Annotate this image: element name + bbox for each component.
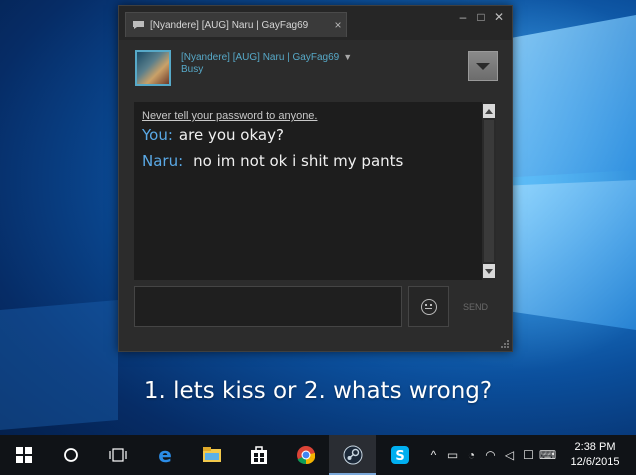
chrome-taskbar-item[interactable] — [282, 435, 329, 475]
file-explorer-icon — [202, 447, 221, 462]
send-button[interactable]: SEND — [455, 286, 496, 327]
steam-taskbar-item[interactable] — [329, 435, 376, 475]
skype-taskbar-item[interactable]: S — [376, 435, 423, 475]
arrow-down-icon — [485, 268, 493, 274]
resize-grip-icon[interactable] — [500, 339, 510, 349]
task-view-icon — [108, 448, 127, 462]
window-controls: – □ ✕ — [454, 8, 508, 26]
friend-avatar[interactable] — [135, 50, 171, 86]
chat-message: Naru: no im not ok i shit my pants — [142, 152, 403, 170]
message-history: Never tell your password to anyone. You:… — [134, 102, 496, 280]
chevron-down-icon — [476, 62, 490, 70]
chat-options-button[interactable] — [468, 51, 498, 81]
message-text: are you okay? — [178, 126, 284, 144]
minimize-button[interactable]: – — [454, 8, 472, 26]
caption-text: 1. lets kiss or 2. whats wrong? — [143, 378, 493, 404]
start-button[interactable] — [0, 435, 47, 475]
svg-text:e: e — [158, 445, 172, 465]
chrome-icon — [296, 446, 315, 465]
message-text: no im not ok i shit my pants — [193, 152, 404, 170]
password-warning[interactable]: Never tell your password to anyone. — [142, 110, 317, 122]
action-center-icon[interactable]: ☐ — [519, 448, 538, 462]
friend-name: [Nyandere] [AUG] Naru | GayFag69 — [181, 52, 340, 63]
keyboard-icon[interactable]: ⌨ — [538, 448, 557, 462]
battery-icon[interactable]: ▭ — [443, 448, 462, 462]
scroll-down-button[interactable] — [483, 264, 495, 278]
chat-tab[interactable]: [Nyandere] [AUG] Naru | GayFag69 × — [125, 12, 347, 37]
friend-status: Busy — [181, 64, 204, 75]
friend-header: [Nyandere] [AUG] Naru | GayFag69 ▼ Busy — [119, 40, 512, 98]
close-button[interactable]: ✕ — [490, 8, 508, 26]
skype-icon: S — [390, 446, 409, 464]
chat-bubble-icon — [133, 21, 144, 29]
arrow-up-icon — [485, 108, 493, 114]
clock-date: 12/6/2015 — [570, 456, 620, 468]
message-sender: You: — [142, 126, 173, 144]
store-icon — [250, 446, 267, 464]
tab-close-icon[interactable]: × — [330, 18, 346, 32]
scroll-up-button[interactable] — [483, 104, 495, 118]
message-input[interactable] — [134, 286, 402, 327]
smiley-icon — [420, 298, 437, 315]
message-sender: Naru: — [142, 152, 184, 170]
chat-tab-title: [Nyandere] [AUG] Naru | GayFag69 — [150, 19, 309, 31]
windows-start-icon — [15, 447, 32, 463]
search-circle-icon — [63, 448, 78, 462]
wifi-icon[interactable]: ◠ — [481, 448, 500, 462]
title-bar[interactable]: [Nyandere] [AUG] Naru | GayFag69 × – □ ✕ — [119, 6, 512, 40]
emoticon-button[interactable] — [408, 286, 449, 327]
scroll-track[interactable] — [484, 120, 494, 262]
file-explorer-taskbar-item[interactable] — [188, 435, 235, 475]
search-button[interactable] — [47, 435, 94, 475]
chat-message: You: are you okay? — [142, 126, 284, 144]
store-taskbar-item[interactable] — [235, 435, 282, 475]
maximize-button[interactable]: □ — [472, 8, 490, 26]
edge-icon: e — [158, 445, 172, 465]
taskbar-clock[interactable]: 2:38 PM 12/6/2015 — [560, 440, 630, 470]
svg-text:S: S — [395, 449, 404, 464]
taskbar: e S ^ ▭ ◔ ◠ ◁ ☐ ⌨ 2:38 PM 12/6/2015 — [0, 435, 636, 475]
volume-icon[interactable]: ◁ — [500, 448, 519, 462]
message-scrollbar[interactable] — [482, 102, 496, 280]
steam-chat-window: [Nyandere] [AUG] Naru | GayFag69 × – □ ✕… — [118, 5, 513, 352]
dropdown-arrow-icon: ▼ — [343, 52, 353, 62]
steam-icon — [343, 445, 362, 465]
friend-name-dropdown[interactable]: [Nyandere] [AUG] Naru | GayFag69 ▼ — [181, 52, 352, 63]
task-view-button[interactable] — [94, 435, 141, 475]
network-icon[interactable]: ◔ — [462, 448, 481, 462]
system-tray: ^ ▭ ◔ ◠ ◁ ☐ ⌨ — [424, 435, 557, 475]
edge-taskbar-item[interactable]: e — [141, 435, 188, 475]
clock-time: 2:38 PM — [574, 441, 616, 453]
show-hidden-icons-icon[interactable]: ^ — [424, 448, 443, 462]
